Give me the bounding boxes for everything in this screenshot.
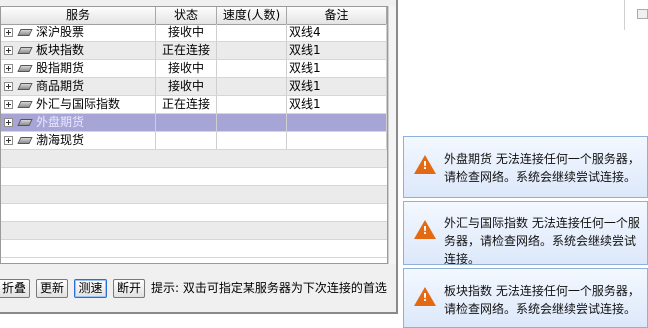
empty-row <box>1 186 387 204</box>
service-status <box>156 132 217 149</box>
notification-toast[interactable]: ! 外盘期货 无法连接任何一个服务器，请检查网络。系统会继续尝试连接。 <box>403 136 648 198</box>
service-name: 板块指数 <box>36 43 85 57</box>
service-speed <box>217 78 287 95</box>
service-speed <box>217 60 287 77</box>
service-speed <box>217 96 287 113</box>
service-speed <box>217 24 287 41</box>
vertical-scrollbar[interactable] <box>388 6 396 264</box>
empty-row <box>1 168 387 186</box>
collapse-button[interactable]: 折叠 <box>0 279 30 298</box>
table-row[interactable]: 商品期货 接收中 双线1 <box>1 78 387 96</box>
notification-toast[interactable]: ! 外汇与国际指数 无法连接任何一个服务器，请检查网络。系统会继续尝试连接。 <box>403 201 648 266</box>
table-row[interactable]: 板块指数 正在连接 双线1 <box>1 42 387 60</box>
service-note: 双线1 <box>287 60 387 77</box>
warning-icon-mark: ! <box>422 224 428 237</box>
service-speed <box>217 42 287 59</box>
server-table: 服务 状态 速度(人数) 备注 深沪股票 接收中 双线4 板块指数 正在连接 双… <box>0 6 388 264</box>
speed-test-button[interactable]: 测速 <box>74 279 107 298</box>
table-row[interactable]: 渤海现货 <box>1 132 387 150</box>
table-row-selected[interactable]: 外盘期货 <box>1 114 387 132</box>
service-status: 接收中 <box>156 78 217 95</box>
column-header-status[interactable]: 状态 <box>156 7 217 24</box>
column-header-service[interactable]: 服务 <box>1 7 156 24</box>
divider <box>624 0 625 30</box>
warning-icon-mark: ! <box>422 291 428 304</box>
service-note: 双线4 <box>287 24 387 41</box>
service-status: 正在连接 <box>156 42 217 59</box>
column-header-speed[interactable]: 速度(人数) <box>217 7 287 24</box>
column-header-note[interactable]: 备注 <box>287 7 387 24</box>
service-name: 外汇与国际指数 <box>36 97 121 111</box>
service-note: 双线1 <box>287 42 387 59</box>
service-name: 商品期货 <box>36 79 85 93</box>
warning-icon-mark: ! <box>422 159 428 172</box>
service-name: 深沪股票 <box>36 25 85 39</box>
empty-row <box>1 240 387 258</box>
service-name: 渤海现货 <box>36 133 85 147</box>
notification-toast[interactable]: ! 板块指数 无法连接任何一个服务器，请检查网络。系统会继续尝试连接。 <box>403 268 648 328</box>
notification-message: 外盘期货 无法连接任何一个服务器，请检查网络。系统会继续尝试连接。 <box>444 152 640 184</box>
service-status: 正在连接 <box>156 96 217 113</box>
service-name: 外盘期货 <box>36 115 85 129</box>
service-status: 接收中 <box>156 60 217 77</box>
service-note: 双线1 <box>287 96 387 113</box>
service-status <box>156 114 217 131</box>
bottom-toolbar: 折叠 更新 测速 断开 提示: 双击可指定某服务器为下次连接的首选 <box>0 277 396 301</box>
hint-text: 提示: 双击可指定某服务器为下次连接的首选 <box>151 281 387 295</box>
empty-row <box>1 204 387 222</box>
service-name: 股指期货 <box>36 61 85 75</box>
empty-row <box>1 222 387 240</box>
service-status: 接收中 <box>156 24 217 41</box>
refresh-button[interactable]: 更新 <box>36 279 68 298</box>
window-control-button[interactable] <box>637 9 648 19</box>
service-note <box>287 132 387 149</box>
disconnect-button[interactable]: 断开 <box>113 279 145 298</box>
notification-message: 外汇与国际指数 无法连接任何一个服务器，请检查网络。系统会继续尝试连接。 <box>444 216 640 266</box>
service-note <box>287 114 387 131</box>
table-row[interactable]: 外汇与国际指数 正在连接 双线1 <box>1 96 387 114</box>
table-header: 服务 状态 速度(人数) 备注 <box>1 7 387 25</box>
notification-message: 板块指数 无法连接任何一个服务器，请检查网络。系统会继续尝试连接。 <box>444 284 640 316</box>
service-note: 双线1 <box>287 78 387 95</box>
table-row[interactable]: 股指期货 接收中 双线1 <box>1 60 387 78</box>
service-speed <box>217 132 287 149</box>
empty-row <box>1 150 387 168</box>
service-speed <box>217 114 287 131</box>
server-status-panel: 服务 状态 速度(人数) 备注 深沪股票 接收中 双线4 板块指数 正在连接 双… <box>0 0 398 314</box>
table-row[interactable]: 深沪股票 接收中 双线4 <box>1 24 387 42</box>
